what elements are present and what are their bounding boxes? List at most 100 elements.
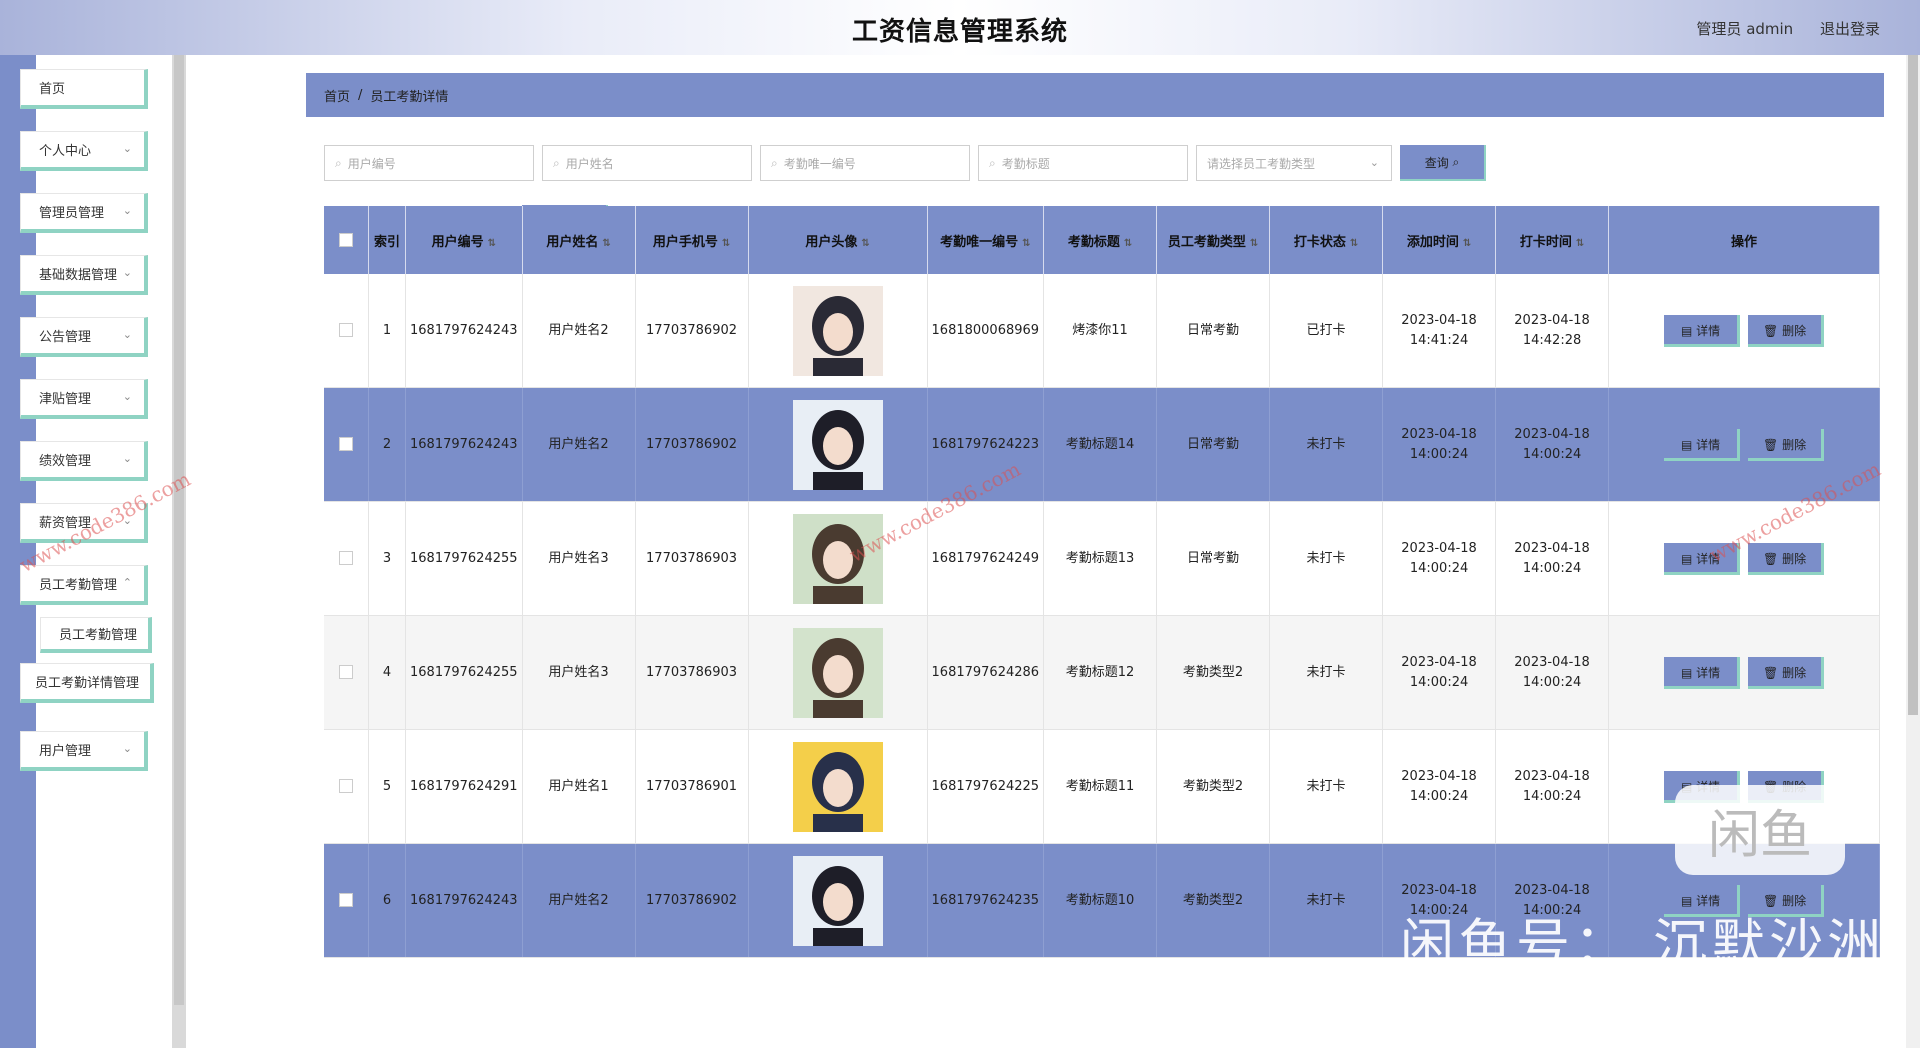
sidebar-item-users[interactable]: 用户管理 ⌄ [20,731,148,771]
cell-attendance-type: 考勤类型2 [1156,843,1271,958]
sort-icon[interactable]: ⇅ [1576,238,1584,249]
sidebar-item-notice[interactable]: 公告管理 ⌄ [20,317,148,357]
attendance-no-input[interactable]: ⌕ 考勤唯一编号 [760,145,970,181]
row-select-cell[interactable] [324,274,369,388]
search-icon: ⌕ [771,155,778,170]
search-icon: ⌕ [989,155,996,170]
row-delete-button[interactable]: 🗑 删除 [1748,542,1825,575]
chevron-up-icon: ⌃ [122,576,132,589]
cell-actions: ▤ 详情🗑 删除 [1608,615,1881,730]
col-avatar[interactable]: 用户头像 ⇅ [748,206,928,274]
query-button[interactable]: 查询 ⌕ [1400,145,1486,181]
document-icon: ▤ [1680,665,1693,680]
sort-icon[interactable]: ⇅ [1250,238,1258,249]
sidebar-item-label: 公告管理 [39,330,92,345]
logout-link[interactable]: 退出登录 [1820,20,1880,38]
col-att-title[interactable]: 考勤标题 ⇅ [1043,206,1158,274]
cell-attendance-no: 1681797624235 [927,843,1045,958]
user-avatar-image[interactable] [792,855,883,946]
sort-icon[interactable]: ⇅ [602,238,610,249]
user-avatar-image[interactable] [792,399,883,490]
sort-icon[interactable]: ⇅ [488,238,496,249]
breadcrumb-home[interactable]: 首页 [324,86,350,105]
row-select-cell[interactable] [324,501,369,616]
col-label: 用户头像 [805,234,858,250]
cell-phone: 17703786902 [635,274,749,388]
col-label: 打卡状态 [1293,234,1346,250]
sort-icon[interactable]: ⇅ [861,238,869,249]
user-avatar-image[interactable] [792,627,883,718]
table-row: 4 1681797624255 用户姓名3 17703786903 1681797624… [324,615,1881,730]
sort-icon[interactable]: ⇅ [722,238,730,249]
row-checkbox[interactable] [339,323,353,337]
sort-icon[interactable]: ⇅ [1022,238,1030,249]
cell-index: 2 [368,387,406,502]
row-select-cell[interactable] [324,729,369,844]
attendance-title-input[interactable]: ⌕ 考勤标题 [978,145,1188,181]
user-avatar-image[interactable] [792,741,883,832]
cell-added-time: 2023-04-18 14:00:24 [1382,501,1497,616]
page-scroll-thumb[interactable] [1908,55,1918,715]
trash-icon: 🗑 [1763,551,1779,566]
user-name-input[interactable]: ⌕ 用户姓名 [542,145,752,181]
user-no-input[interactable]: ⌕ 用户编号 [324,145,534,181]
sidebar-item-basic-data[interactable]: 基础数据管理 ⌄ [20,255,148,295]
sidebar-subitem-attendance[interactable]: 员工考勤管理 [40,617,152,653]
document-icon: ▤ [1680,551,1693,566]
sort-icon[interactable]: ⇅ [1350,238,1358,249]
trash-icon: 🗑 [1763,323,1779,338]
row-delete-button[interactable]: 🗑 删除 [1748,428,1825,461]
sidebar-scroll-thumb[interactable] [174,55,184,1005]
cell-attendance-type: 日常考勤 [1156,274,1271,388]
col-clock[interactable]: 打卡时间 ⇅ [1495,206,1610,274]
sort-icon[interactable]: ⇅ [1463,238,1471,249]
sidebar-item-profile[interactable]: 个人中心 ⌄ [20,131,148,171]
select-all-header[interactable] [324,206,369,274]
sidebar-item-attendance[interactable]: 员工考勤管理 ⌃ [20,565,148,605]
attendance-type-select[interactable]: 请选择员工考勤类型 ⌄ [1196,145,1392,181]
sidebar-subitem-attendance-detail[interactable]: 员工考勤详情管理 [20,663,154,703]
detail-button[interactable]: ▤ 详情 [1664,656,1741,689]
col-user-no[interactable]: 用户编号 ⇅ [405,206,523,274]
cell-index: 5 [368,729,406,844]
search-icon: ⌕ [335,155,342,170]
top-right-user-area: 管理员 admin 退出登录 [1690,18,1880,39]
cell-status: 未打卡 [1269,615,1384,730]
col-added[interactable]: 添加时间 ⇅ [1382,206,1497,274]
row-delete-button[interactable]: 🗑 删除 [1748,656,1825,689]
col-phone[interactable]: 用户手机号 ⇅ [635,206,749,274]
sidebar-item-admin[interactable]: 管理员管理 ⌄ [20,193,148,233]
select-all-checkbox[interactable] [339,233,353,247]
sort-icon[interactable]: ⇅ [1124,238,1132,249]
detail-label: 详情 [1696,665,1721,680]
detail-button[interactable]: ▤ 详情 [1664,428,1741,461]
detail-label: 详情 [1696,323,1721,338]
sidebar-item-home[interactable]: 首页 [20,69,148,109]
row-checkbox[interactable] [339,779,353,793]
col-att-no[interactable]: 考勤唯一编号 ⇅ [927,206,1045,274]
cell-avatar [748,729,928,844]
sidebar-item-performance[interactable]: 绩效管理 ⌄ [20,441,148,481]
row-checkbox[interactable] [339,665,353,679]
row-select-cell[interactable] [324,387,369,502]
row-checkbox[interactable] [339,893,353,907]
row-select-cell[interactable] [324,843,369,958]
cell-attendance-no: 1681797624286 [927,615,1045,730]
col-att-type[interactable]: 员工考勤类型 ⇅ [1156,206,1271,274]
detail-button[interactable]: ▤ 详情 [1664,314,1741,347]
col-user-name[interactable]: 用户姓名 ⇅ [522,206,636,274]
cell-index: 1 [368,274,406,388]
user-avatar-image[interactable] [792,285,883,376]
row-checkbox[interactable] [339,437,353,451]
cell-user-no: 1681797624243 [405,843,523,958]
row-delete-button[interactable]: 🗑 删除 [1748,314,1825,347]
row-checkbox[interactable] [339,551,353,565]
cell-user-no: 1681797624291 [405,729,523,844]
cell-added-time: 2023-04-18 14:00:24 [1382,387,1497,502]
col-status[interactable]: 打卡状态 ⇅ [1269,206,1384,274]
admin-user-label[interactable]: 管理员 admin [1696,20,1793,38]
sidebar-item-allowance[interactable]: 津贴管理 ⌄ [20,379,148,419]
row-select-cell[interactable] [324,615,369,730]
user-no-placeholder: 用户编号 [347,156,396,171]
cell-attendance-title: 考勤标题10 [1043,843,1158,958]
